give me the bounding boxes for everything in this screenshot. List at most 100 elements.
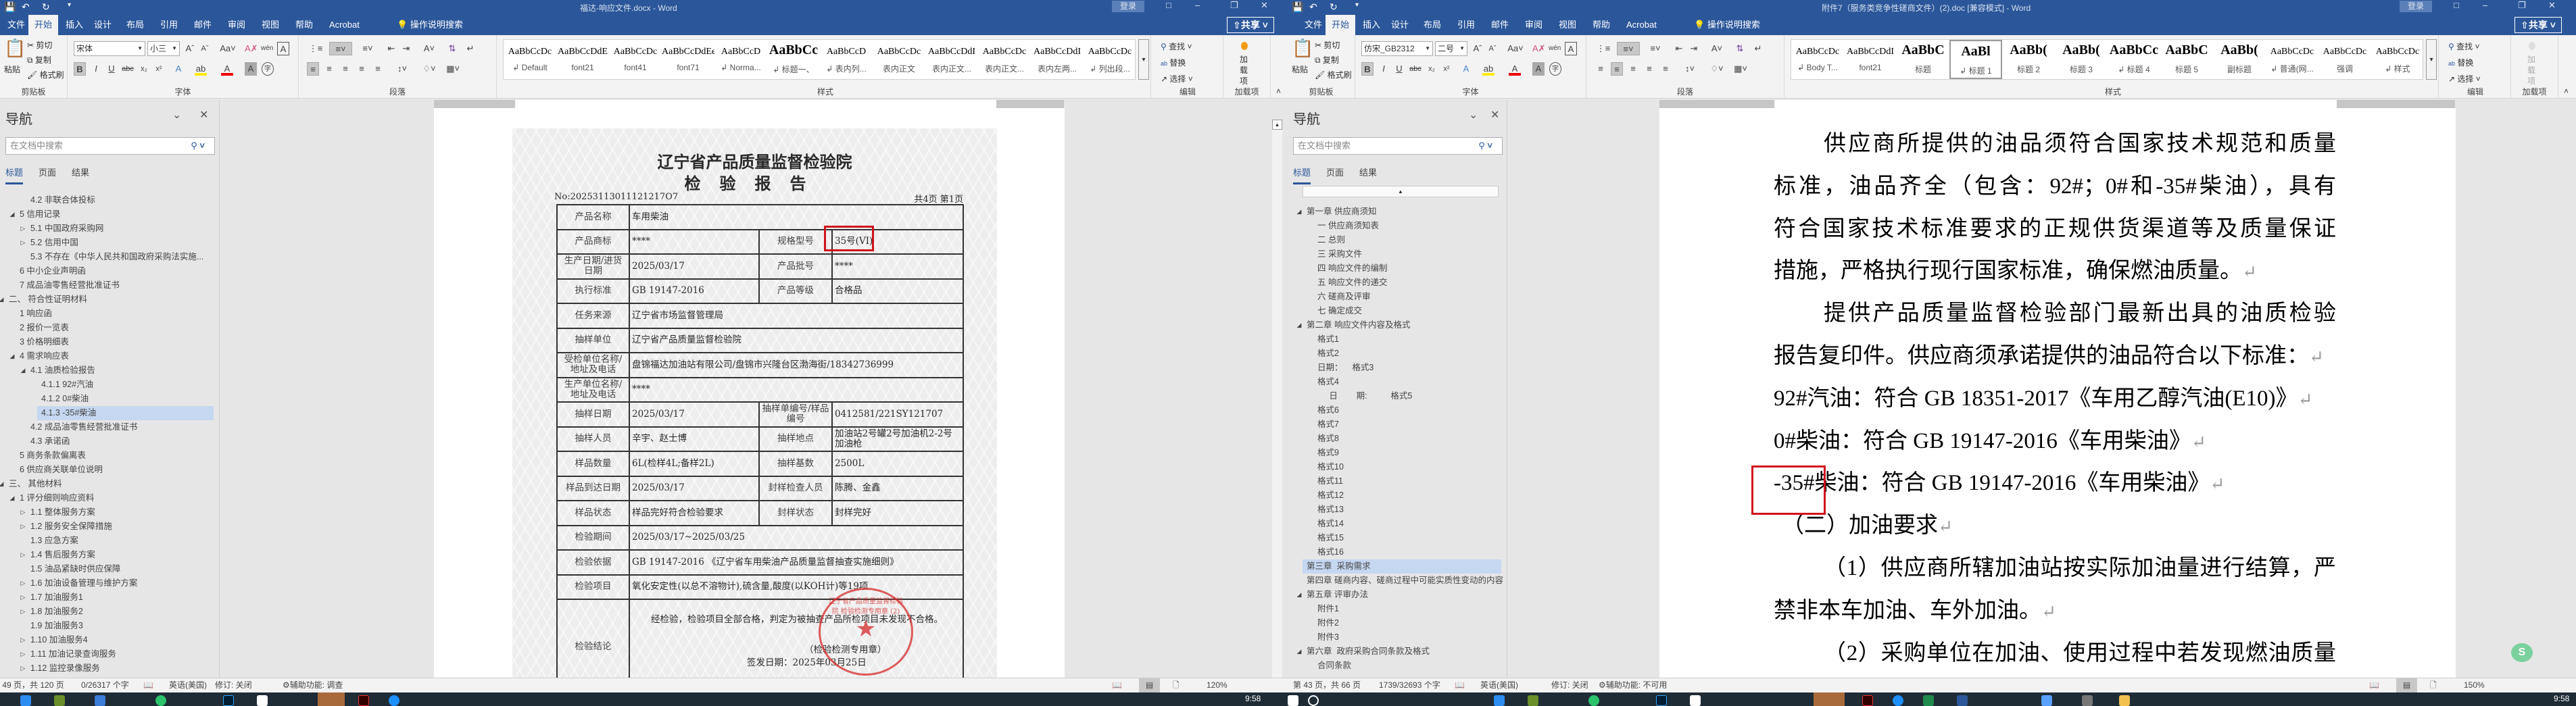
nav-heading-item[interactable]: 1 评分细则响应资料 — [20, 491, 214, 505]
nav-heading-item[interactable]: 附件2 — [1317, 616, 1501, 630]
style-item[interactable]: AaBbCcDdEe font71 — [662, 40, 714, 79]
nav-heading-item[interactable]: 3 价格明细表 — [20, 335, 214, 349]
language-indicator[interactable]: 英语(美国) — [169, 678, 207, 692]
line-spacing-icon[interactable]: ↕˅ — [1681, 62, 1699, 76]
nav-heading-item[interactable]: 4.2 非联合体投标 — [30, 193, 214, 207]
format-painter-button[interactable]: 🖌 格式刷 — [27, 69, 64, 80]
underline-icon[interactable]: U — [105, 62, 118, 76]
copy-button[interactable]: ⧉ 复制 — [1315, 54, 1339, 66]
taskbar-app-icon[interactable] — [54, 695, 65, 706]
shrink-font-icon[interactable]: Aˇ — [199, 42, 211, 55]
document-text-line[interactable]: （2）采购单位在加油、使用过程中若发现燃油质量 — [1824, 638, 2336, 668]
nav-heading-item[interactable]: 1 响应函 — [20, 307, 214, 321]
nav-heading-item[interactable]: 1.5 油品紧缺时供应保障 — [30, 562, 214, 576]
justify-icon[interactable]: ≡ — [356, 62, 368, 76]
nav-heading-item[interactable]: 合同条款 — [1317, 659, 1501, 673]
phonetic-guide-icon[interactable]: wén — [261, 42, 273, 55]
nav-heading-item[interactable]: 6 供应商关联单位说明 — [20, 463, 214, 477]
expanded-triangle-icon[interactable]: ◢ — [1294, 648, 1304, 655]
accessibility-status[interactable]: ⚙ 辅助功能: 不可用 — [1599, 678, 1667, 692]
nav-tab[interactable]: 结果 — [72, 166, 89, 178]
replace-button[interactable]: ab 替换 — [1161, 57, 1186, 68]
scroll-up-icon[interactable]: ▲ — [1272, 120, 1282, 130]
nav-heading-item[interactable]: 6 中小企业声明函 — [20, 264, 214, 278]
chinese-layout-icon[interactable]: A˅ — [420, 42, 438, 55]
close-icon[interactable]: ✕ — [2548, 0, 2556, 11]
taskbar-app-icon[interactable] — [1923, 695, 1934, 706]
tab-ribbon[interactable]: 文件 — [1298, 15, 1328, 35]
share-button[interactable]: ⇧共享 ˅ — [2514, 17, 2562, 33]
font-color-icon[interactable]: A — [1509, 62, 1521, 76]
tell-me-search[interactable]: 💡 操作说明搜索 — [391, 15, 469, 35]
customize-quick-access-icon[interactable]: ▾ — [68, 1, 71, 9]
expanded-triangle-icon[interactable]: ◢ — [0, 296, 6, 303]
maximize-icon[interactable]: ❐ — [2518, 0, 2526, 11]
nav-heading-item[interactable]: 五 响应文件的递交 — [1317, 276, 1501, 290]
nav-heading-item[interactable]: 4.1.2 0#柴油 — [41, 392, 214, 406]
document-text-line[interactable]: 措施，严格执行现行国家标准，确保燃油质量。↵ — [1774, 256, 2336, 286]
font-name-dropdown[interactable]: 仿宋_GB2312 ▼ — [1361, 41, 1433, 56]
taskbar-app-icon[interactable] — [1588, 695, 1599, 706]
document-text-line[interactable]: （1）供应商所辖加油站按实际加油量进行结算，严 — [1824, 553, 2336, 583]
redo-icon[interactable]: ↻ — [1330, 1, 1338, 13]
style-item[interactable]: AaBbC 标题 5 — [2160, 40, 2213, 79]
tab-ribbon[interactable]: 开始 — [1326, 15, 1356, 35]
tab-ribbon[interactable]: 引用 — [154, 15, 184, 35]
nav-heading-item[interactable]: 第五章 评审办法 — [1307, 588, 1501, 602]
nav-heading-item[interactable]: 1.11 加油记录查询服务 — [30, 647, 214, 661]
nav-heading-item[interactable]: 一 供应商须知表 — [1317, 219, 1501, 233]
addins-icon[interactable] — [1241, 42, 1248, 50]
nav-search-input[interactable]: 在文档中搜索 ⚲ ˅ — [1293, 137, 1503, 155]
proofing-icon[interactable]: 📖 — [1455, 678, 1465, 692]
select-button[interactable]: ↗ 选择 ˅ — [1161, 73, 1193, 84]
nav-heading-item[interactable]: 1.4 售后服务方案 — [30, 548, 214, 562]
tab-ribbon[interactable]: 审阅 — [1519, 15, 1549, 35]
customize-quick-access-icon[interactable]: ▾ — [1355, 1, 1359, 9]
expanded-triangle-icon[interactable]: ◢ — [7, 353, 17, 360]
italic-icon[interactable]: I — [90, 62, 102, 76]
collapsed-triangle-icon[interactable]: ▷ — [18, 636, 28, 644]
nav-heading-item[interactable]: 4.1 油质检验报告 — [30, 363, 214, 378]
bold-icon[interactable]: B — [74, 62, 86, 76]
language-indicator[interactable]: 英语(美国) — [1480, 678, 1518, 692]
tab-ribbon[interactable]: 邮件 — [188, 15, 218, 35]
decrease-indent-icon[interactable]: ⇤ — [1673, 42, 1685, 55]
track-changes-status[interactable]: 修订: 关闭 — [215, 678, 252, 692]
nav-heading-item[interactable]: 4.1.1 92#汽油 — [41, 378, 214, 392]
nav-heading-item[interactable]: 格式2 — [1317, 347, 1501, 361]
taskbar-app-icon[interactable] — [1528, 695, 1538, 706]
font-color-icon[interactable]: A — [221, 62, 233, 76]
collapsed-triangle-icon[interactable]: ▷ — [18, 651, 28, 658]
nav-heading-item[interactable]: 5.2 信用中国 — [30, 236, 214, 250]
style-item[interactable]: AaBbCcDdI font21 — [1844, 40, 1897, 79]
document-text-line[interactable]: 0#柴油：符合 GB 19147-2016《车用柴油》↵ — [1774, 426, 2336, 456]
save-icon[interactable]: 💾 — [1292, 1, 1303, 13]
document-text-line[interactable]: 报告复印件。供应商须承诺提供的油品符合以下标准：↵ — [1774, 341, 2336, 371]
tab-ribbon[interactable]: Acrobat — [323, 15, 366, 35]
document-text-line[interactable]: 92#汽油：符合 GB 18351-2017《车用乙醇汽油(E10)》↵ — [1774, 384, 2336, 413]
justify-icon[interactable]: ≡ — [1643, 62, 1655, 76]
nav-heading-item[interactable]: 1.10 加油服务4 — [30, 633, 214, 647]
nav-heading-item[interactable]: 1.8 加油服务2 — [30, 605, 214, 619]
style-item[interactable]: AaBbCcDdE font21 — [556, 40, 609, 79]
login-button[interactable]: 登录 — [1112, 1, 1144, 12]
document-text-line[interactable]: -35#柴油：符合 GB 19147-2016《车用柴油》↵ — [1774, 468, 2336, 498]
vertical-scrollbar[interactable]: ▲ — [1272, 120, 1282, 678]
style-item[interactable]: AaBbC 标题 — [1897, 40, 1949, 79]
distributed-icon[interactable]: ≡ — [372, 62, 384, 76]
italic-icon[interactable]: I — [1378, 62, 1390, 76]
tab-ribbon[interactable]: 视图 — [1553, 15, 1582, 35]
nav-heading-item[interactable]: 7 成品油零售经营批准证书 — [20, 278, 214, 293]
find-button[interactable]: ⚲ 查找 ˅ — [2448, 41, 2480, 52]
nav-heading-item[interactable]: 二、 符合性证明材料 — [9, 293, 214, 307]
line-spacing-icon[interactable]: ↕˅ — [393, 62, 411, 76]
word-count[interactable]: 1739/32693 个字 — [1379, 678, 1440, 692]
taskbar-app-icon[interactable] — [1690, 695, 1701, 706]
share-button[interactable]: ⇧共享 ˅ — [1227, 17, 1274, 33]
nav-scroll-top-button[interactable]: ▲ — [1303, 186, 1499, 197]
bold-icon[interactable]: B — [1361, 62, 1374, 76]
cut-button[interactable]: ✂ 剪切 — [27, 39, 52, 51]
collapsed-triangle-icon[interactable]: ▷ — [18, 509, 28, 516]
taskbar-app-icon[interactable] — [257, 695, 268, 706]
style-item[interactable]: AaBbCcDc font41 — [609, 40, 662, 79]
